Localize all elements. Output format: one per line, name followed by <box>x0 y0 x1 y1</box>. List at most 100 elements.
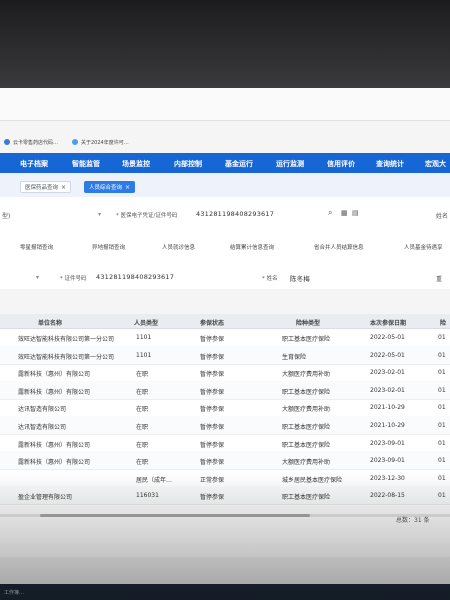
browser-tab-label: 关于2024年度许可… <box>81 139 129 146</box>
id-field[interactable]: 431281198408293617 <box>196 210 274 218</box>
subtab-misc-claims[interactable]: 零星报销查询 <box>20 243 53 251</box>
nav-item-operation[interactable]: 运行监测 <box>276 159 304 169</box>
subtab-visit-info[interactable]: 人员就诊信息 <box>162 243 195 251</box>
column-header-insurance[interactable]: 险种类型 <box>296 318 320 327</box>
cell-unit: 盈企业管理有限公司 <box>18 494 73 502</box>
cell-date: 2022-08-15 <box>370 492 405 500</box>
search-bar: 型) ▾ * 医保电子凭证/证件号码 431281198408293617 ⌕ … <box>0 197 450 238</box>
cell-status: 暂停参保 <box>200 459 225 467</box>
nav-item-macro[interactable]: 宏观大 <box>425 159 446 169</box>
table-row[interactable]: 效旺达智能科技有限公司第一分公司 1101 暂停参保 生育保险 2022-05-01 01 <box>0 345 450 365</box>
nav-item-supervision[interactable]: 智能监管 <box>72 159 100 169</box>
table-row[interactable]: 效旺达智能科技有限公司第一分公司 1101 暂停参保 职工基本医疗保险 2022-05-… <box>0 328 450 347</box>
table-row[interactable]: 达讯智造有限公司 在职 暂停参保 职工基本医疗保险 2021-10-29 01 <box>0 416 450 435</box>
table-row[interactable]: 露新科技（惠州）有限公司 在职 暂停参保 大额医疗费用补助 2023-02-01 01 <box>0 363 450 383</box>
reset-button[interactable]: 重 <box>436 274 442 283</box>
cell-person-type: 在职 <box>136 406 149 414</box>
cell-unit: 露新科技（惠州）有限公司 <box>18 441 91 449</box>
browser-tab-2[interactable]: 关于2024年度许可… <box>72 136 129 148</box>
cell-insurance: 大额医疗费用补助 <box>282 371 331 379</box>
cell-date: 2023-09-01 <box>370 439 405 447</box>
subtab-settlement[interactable]: 结算累计信息查询 <box>230 243 274 251</box>
column-header-extra[interactable]: 险 <box>440 318 446 327</box>
column-header-person-type[interactable]: 人员类型 <box>134 318 158 327</box>
cell-status: 暂停参保 <box>200 336 225 343</box>
table-row[interactable]: 露新科技（惠州）有限公司 在职 暂停参保 大额医疗费用补助 2023-09-01 01 <box>0 451 450 471</box>
cell-extra: 01 <box>438 439 446 447</box>
cell-extra: 01 <box>438 492 446 500</box>
cell-extra: 01 <box>438 457 446 465</box>
cell-date: 2023-02-01 <box>370 369 405 377</box>
browser-tab-1[interactable]: 云卡零售药店代码… <box>4 136 58 148</box>
taskbar-item[interactable]: 工作簿… <box>4 589 24 596</box>
table-row[interactable]: 居民（成年… 正常参保 城乡居民基本医疗保险 2023-12-30 01 <box>0 469 450 488</box>
cell-insurance: 职工基本医疗保险 <box>282 424 331 431</box>
search-icon[interactable]: ⌕ <box>328 208 332 218</box>
chevron-down-icon[interactable]: ▾ <box>36 274 39 281</box>
tab-label: 医保药品查询 <box>25 185 59 191</box>
cell-person-type: 1101 <box>136 351 152 359</box>
nav-item-credit[interactable]: 信用评价 <box>327 159 355 169</box>
column-header-date[interactable]: 本次参保日期 <box>370 318 406 327</box>
type-select-label[interactable]: 型) <box>2 211 10 220</box>
cell-status: 正常参保 <box>200 476 225 484</box>
close-icon[interactable]: × <box>125 184 130 191</box>
name-field[interactable]: 陈冬梅 <box>290 273 310 283</box>
chevron-down-icon[interactable]: ▾ <box>98 211 101 218</box>
cell-unit: 达讯智造有限公司 <box>18 406 67 414</box>
cell-extra: 01 <box>438 422 446 429</box>
scan-icon[interactable]: ▦ <box>341 209 348 217</box>
cell-date: 2023-09-01 <box>370 457 405 465</box>
table-footer: 总数：31 条 <box>0 517 450 557</box>
subtab-provincial[interactable]: 省合并人员结算信息 <box>314 243 364 251</box>
nav-item-stats[interactable]: 查询统计 <box>376 159 404 169</box>
cell-unit: 达讯智造有限公司 <box>18 424 67 431</box>
cell-insurance: 生育保险 <box>282 353 307 361</box>
nav-item-control[interactable]: 内部控制 <box>174 159 202 169</box>
cell-status: 暂停参保 <box>200 371 225 379</box>
nav-item-monitor[interactable]: 场景监控 <box>122 159 150 169</box>
tab-person-query[interactable]: 人员综合查询 × <box>84 181 136 193</box>
cell-insurance: 职工基本医疗保险 <box>282 441 331 449</box>
table-row[interactable]: 达讯智造有限公司 在职 暂停参保 大额医疗费用补助 2021-10-29 01 <box>0 398 450 418</box>
cell-insurance: 城乡居民基本医疗保险 <box>282 476 343 484</box>
nav-item-fund[interactable]: 基金运行 <box>225 159 253 169</box>
cell-person-type: 在职 <box>136 424 149 431</box>
table-row[interactable]: 盈企业管理有限公司 116031 暂停参保 职工基本医疗保险 2022-08-15 01 <box>0 486 450 506</box>
cell-person-type: 在职 <box>136 441 149 449</box>
cell-unit: 效旺达智能科技有限公司第一分公司 <box>18 353 115 361</box>
cell-person-type: 在职 <box>136 388 149 396</box>
cell-insurance: 大额医疗费用补助 <box>282 459 331 467</box>
cell-date: 2023-12-30 <box>370 474 405 482</box>
column-header-unit[interactable]: 单位名称 <box>38 318 62 327</box>
subtab-remote-claims[interactable]: 异地报销查询 <box>92 243 125 251</box>
cell-person-type: 1101 <box>136 334 152 341</box>
cell-person-type: 在职 <box>136 459 149 467</box>
nav-item-archive[interactable]: 电子档案 <box>20 159 48 169</box>
table-row[interactable]: 露新科技（惠州）有限公司 在职 暂停参保 职工基本医疗保险 2023-02-01 01 <box>0 380 450 400</box>
cell-status: 暂停参保 <box>200 424 225 431</box>
name-field-label: 姓名 <box>436 213 449 220</box>
browser-chrome <box>0 88 450 121</box>
cell-extra: 01 <box>438 334 446 341</box>
browser-tab-label: 云卡零售药店代码… <box>13 139 59 146</box>
close-icon[interactable]: × <box>61 184 66 191</box>
table-row[interactable]: 露新科技（惠州）有限公司 在职 暂停参保 职工基本医疗保险 2023-09-01 01 <box>0 434 450 453</box>
column-header-status[interactable]: 参保状态 <box>200 318 224 327</box>
cell-extra: 01 <box>438 404 446 412</box>
name-label: * 姓名 <box>262 276 278 282</box>
cell-date: 2022-05-01 <box>370 334 405 341</box>
table-header: 单位名称 人员类型 参保状态 险种类型 本次参保日期 险 <box>0 314 450 329</box>
cert-field[interactable]: 431281198408293617 <box>96 273 174 281</box>
card-icon[interactable]: ▤ <box>352 209 359 217</box>
tab-label: 人员综合查询 <box>89 185 123 191</box>
cell-insurance: 职工基本医疗保险 <box>282 388 331 396</box>
cell-status: 暂停参保 <box>200 353 225 361</box>
main-nav: 电子档案 智能监管 场景监控 内部控制 基金运行 运行监测 信用评价 查询统计 … <box>0 153 450 173</box>
subtab-benefits[interactable]: 人员基金待遇享 <box>404 243 443 251</box>
cell-person-type: 居民（成年… <box>136 476 173 484</box>
page-icon <box>4 139 10 145</box>
cell-unit: 露新科技（惠州）有限公司 <box>18 388 91 396</box>
tab-drug-query[interactable]: 医保药品查询 × <box>20 181 72 193</box>
taskbar: 工作簿… <box>0 584 450 600</box>
